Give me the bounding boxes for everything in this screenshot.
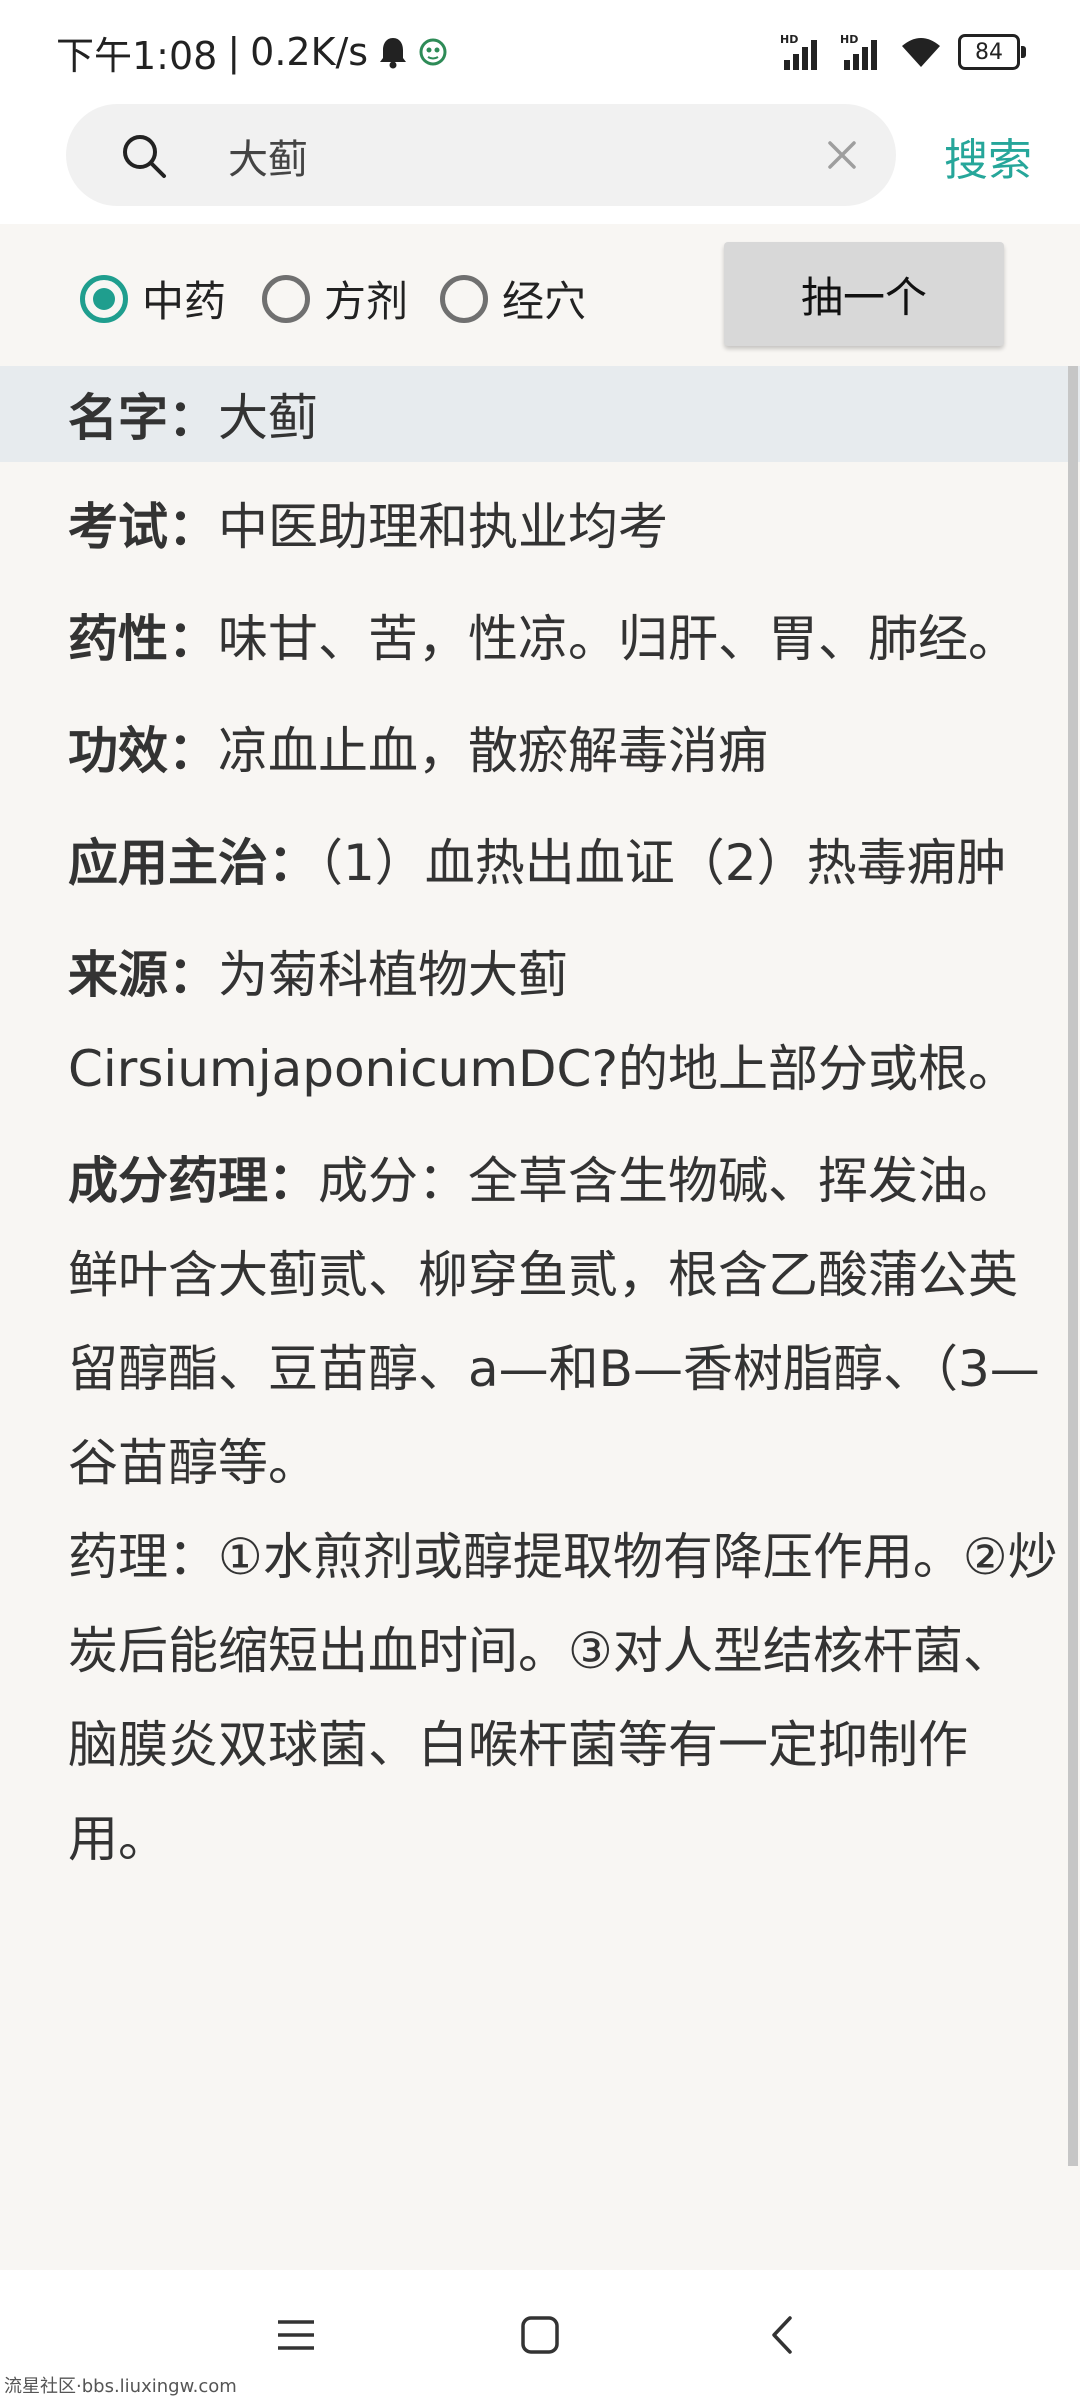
entry-name: 大蓟 — [218, 389, 318, 447]
pharmacology-value: 药理：①水煎剂或醇提取物有降压作用。②炒炭后能缩短出血时间。③对人型结核杆菌、脑… — [68, 1528, 1058, 1868]
effect-entry: 功效：凉血止血，散瘀解毒消痈 — [0, 704, 1080, 798]
status-left: 下午1:08 | 0.2K/s — [56, 24, 448, 80]
app-notification-icon — [419, 38, 447, 66]
radio-herb[interactable]: 中药 — [80, 268, 226, 329]
home-icon[interactable] — [518, 2313, 562, 2357]
source-entry: 来源：为菊科植物大蓟CirsiumjaponicumDC?的地上部分或根。 — [0, 928, 1080, 1116]
menu-icon[interactable] — [274, 2313, 318, 2357]
status-time: 下午1:08 — [56, 33, 218, 78]
source-label: 来源： — [68, 946, 218, 1004]
exam-entry: 考试：中医助理和执业均考 — [0, 480, 1080, 574]
radio-unchecked-icon — [440, 274, 488, 323]
search-input[interactable] — [226, 122, 830, 190]
battery-level: 84 — [975, 39, 1003, 65]
radio-formula[interactable]: 方剂 — [262, 268, 408, 329]
indication-value: （1）血热出血证（2）热毒痈肿 — [318, 834, 1007, 892]
battery-icon: 84 — [958, 34, 1026, 70]
category-selector: 中药 方剂 经穴 抽一个 — [0, 224, 1080, 366]
random-pick-button[interactable]: 抽一个 — [724, 242, 1004, 346]
effect-value: 凉血止血，散瘀解毒消痈 — [218, 722, 768, 780]
indication-label: 应用主治： — [68, 834, 318, 892]
nature-value: 味甘、苦，性凉。归肝、胃、肺经。 — [218, 610, 1018, 668]
wifi-icon — [902, 38, 940, 67]
pharmacology-entry: 成分药理：成分：全草含生物碱、挥发油。鲜叶含大蓟贰、柳穿鱼贰，根含乙酸蒲公英留醇… — [0, 1134, 1080, 1886]
radio-acupoint[interactable]: 经穴 — [440, 268, 586, 329]
clear-icon[interactable] — [826, 139, 858, 171]
status-bar: 下午1:08 | 0.2K/s HD HD 84 — [0, 0, 1080, 96]
status-right: HD HD 84 — [780, 28, 1026, 76]
back-icon[interactable] — [762, 2313, 806, 2357]
nature-label: 药性： — [68, 610, 218, 668]
search-bar: 搜索 — [0, 96, 1080, 224]
entry-detail: 名字： 大蓟 考试：中医助理和执业均考 药性：味甘、苦，性凉。归肝、胃、肺经。 功… — [0, 366, 1080, 2270]
bell-icon — [380, 38, 407, 69]
watermark: 流星社区·bbs.liuxingw.com — [4, 2376, 237, 2397]
name-row: 名字： 大蓟 — [0, 366, 1080, 462]
search-icon — [123, 135, 166, 178]
network-speed: 0.2K/s — [250, 30, 369, 74]
hd-signal-icon: HD — [780, 33, 817, 70]
indication-entry: 应用主治：（1）血热出血证（2）热毒痈肿 — [0, 816, 1080, 910]
radio-label: 中药 — [142, 277, 227, 326]
exam-label: 考试： — [68, 498, 218, 556]
radio-label: 经穴 — [502, 277, 587, 326]
pharmacology-label: 成分药理： — [68, 1152, 318, 1210]
hd-signal-icon: HD — [840, 33, 877, 70]
effect-label: 功效： — [68, 722, 218, 780]
scrollbar[interactable] — [1068, 366, 1078, 2166]
status-separator: | — [227, 30, 241, 74]
exam-value: 中医助理和执业均考 — [218, 498, 668, 556]
svg-text:HD: HD — [840, 33, 858, 46]
name-label: 名字： — [68, 389, 218, 447]
radio-unchecked-icon — [262, 274, 310, 323]
radio-label: 方剂 — [324, 277, 409, 326]
search-box[interactable] — [66, 104, 896, 206]
nature-entry: 药性：味甘、苦，性凉。归肝、胃、肺经。 — [0, 592, 1080, 686]
svg-text:HD: HD — [780, 33, 798, 46]
search-button[interactable]: 搜索 — [944, 124, 1032, 188]
radio-checked-icon — [80, 274, 128, 323]
